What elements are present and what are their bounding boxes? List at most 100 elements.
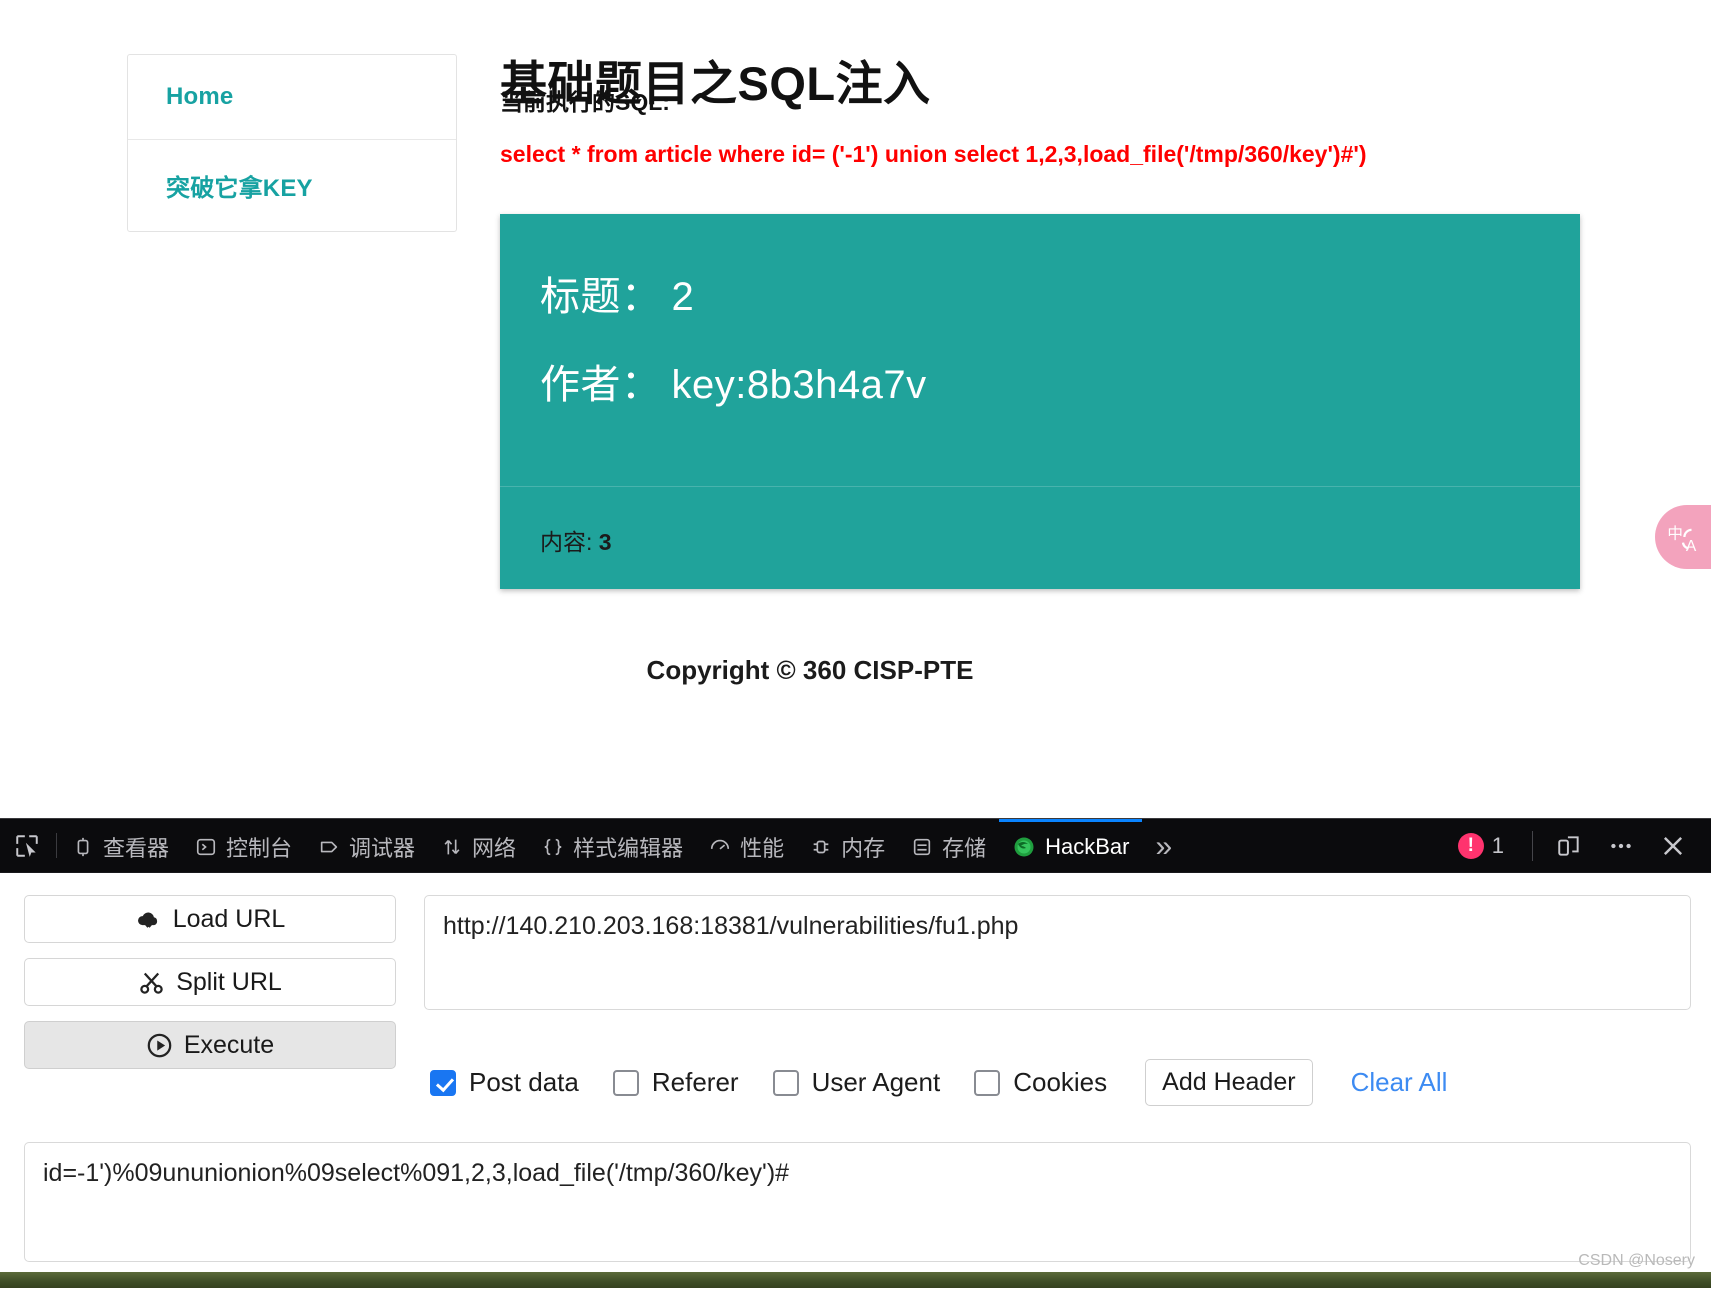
memory-icon [810,836,832,858]
result-content-value: 3 [598,529,612,555]
hackbar-action-buttons: Load URL Split URL Execute [24,895,396,1106]
tab-inspector[interactable]: 查看器 [59,819,182,872]
result-author-label: 作者： [540,363,662,407]
network-icon [441,836,463,858]
csdn-watermark: CSDN @Nosery [1578,1252,1695,1269]
inspector-icon [72,836,94,858]
load-url-label: Load URL [172,904,286,933]
checkbox-user-agent-box[interactable] [772,1069,799,1096]
performance-icon [709,836,731,858]
devtools-tab-list: 查看器 控制台 调试器 网络 样式编辑器 性能 内存 存储 HackBar » [59,819,1440,872]
add-header-button[interactable]: Add Header [1145,1059,1313,1106]
close-icon [1663,836,1683,855]
sql-label: 当前执行的SQL: [500,89,670,115]
style-editor-icon [542,836,564,858]
scissors-icon [140,972,163,994]
play-icon [147,1033,172,1057]
responsive-design-mode-icon [1558,835,1579,856]
result-title-label: 标题： [540,275,662,319]
browser-page-content: Home 突破它拿KEY 基础题目之SQL注入 当前执行的SQL: select… [0,0,1711,818]
result-author-row: 作者： key:8b3h4a7v [540,352,1540,410]
checkbox-user-agent-label: User Agent [811,1067,941,1097]
tab-debugger[interactable]: 调试器 [305,819,428,872]
tab-memory-label: 内存 [841,836,886,861]
split-url-label: Split URL [176,967,282,996]
toolbar-divider [56,833,57,858]
tab-debugger-label: 调试器 [349,836,416,861]
tab-inspector-label: 查看器 [103,836,170,861]
tab-performance-label: 性能 [740,836,785,861]
error-count-label: 1 [1491,832,1504,858]
tab-network-label: 网络 [472,836,517,861]
clear-all-button[interactable]: Clear All [1351,1067,1448,1098]
sidebar-nav: Home 突破它拿KEY [127,54,457,232]
tab-console-label: 控制台 [226,836,293,861]
tab-performance[interactable]: 性能 [696,819,797,872]
element-picker-icon [16,834,38,857]
translate-widget-button[interactable]: 中 A [1655,505,1711,569]
svg-text:A: A [1686,538,1697,554]
result-card: 标题： 2 作者： key:8b3h4a7v 内容: 3 [500,214,1580,589]
post-data-input[interactable] [24,1142,1691,1262]
devtools-toolbar-right: ! 1 [1440,819,1711,872]
firefox-icon [1012,835,1036,859]
desktop-wallpaper-strip [0,1272,1711,1288]
checkbox-cookies-label: Cookies [1013,1067,1108,1097]
sidebar-item-home[interactable]: Home [128,55,456,139]
checkbox-referer[interactable]: Referer [612,1067,739,1098]
result-author-value: key:8b3h4a7v [671,363,927,407]
translate-icon: 中 A [1667,524,1697,554]
more-options-icon [1611,843,1631,848]
result-content-row: 内容: 3 [500,487,1580,557]
hackbar-panel: Load URL Split URL Execute http://140.21… [0,873,1711,1289]
element-picker-button[interactable] [0,819,54,872]
checkbox-cookies[interactable]: Cookies [974,1067,1107,1098]
tab-storage-label: 存储 [942,836,987,861]
storage-icon [911,836,933,858]
error-icon: ! [1457,832,1484,859]
checkbox-cookies-box[interactable] [974,1069,1001,1096]
debugger-icon [318,836,340,858]
tab-console[interactable]: 控制台 [182,819,305,872]
tab-hackbar-label: HackBar [1045,834,1130,859]
tab-style-editor-label: 样式编辑器 [573,836,684,861]
sidebar-item-get-key[interactable]: 突破它拿KEY [128,139,456,231]
cloud-download-icon [137,912,157,928]
sql-statement: select * from article where id= ('-1') u… [500,141,1367,167]
result-title-row: 标题： 2 [540,264,1540,322]
result-title-value: 2 [671,275,695,319]
tab-style-editor[interactable]: 样式编辑器 [529,819,696,872]
error-count-button[interactable]: ! 1 [1440,832,1522,859]
checkbox-post-data[interactable]: Post data [430,1067,579,1098]
responsive-design-mode-button[interactable] [1543,820,1595,872]
url-input[interactable] [424,895,1691,1010]
tab-hackbar[interactable]: HackBar [999,819,1143,872]
toolbar-divider-right [1532,830,1533,861]
load-url-button[interactable]: Load URL [24,895,396,943]
hackbar-url-area: Post data Referer User Agent Cookies A [424,895,1691,1106]
copyright-text: Copyright © 360 CISP-PTE [646,655,974,685]
execute-button[interactable]: Execute [24,1021,396,1069]
checkbox-referer-box[interactable] [612,1069,639,1096]
result-content-label: 内容: [540,529,593,555]
console-icon [195,836,217,858]
devtools-panel: 查看器 控制台 调试器 网络 样式编辑器 性能 内存 存储 HackBar » … [0,818,1711,1289]
devtools-close-button[interactable] [1647,820,1699,872]
tab-storage[interactable]: 存储 [898,819,999,872]
checkbox-post-data-label: Post data [469,1067,579,1097]
tab-memory[interactable]: 内存 [797,819,898,872]
svg-text:中: 中 [1667,524,1683,542]
hackbar-options-row: Post data Referer User Agent Cookies Add… [424,1059,1691,1106]
execute-label: Execute [183,1030,275,1059]
chevron-double-right-icon: » [1155,830,1173,863]
checkbox-user-agent[interactable]: User Agent [772,1067,941,1098]
hackbar-top-row: Load URL Split URL Execute http://140.21… [24,895,1691,1106]
result-header: 标题： 2 作者： key:8b3h4a7v [500,214,1580,486]
tabs-overflow-button[interactable]: » [1142,819,1185,872]
split-url-button[interactable]: Split URL [24,958,396,1006]
devtools-toolbar: 查看器 控制台 调试器 网络 样式编辑器 性能 内存 存储 HackBar » … [0,819,1711,873]
tab-network[interactable]: 网络 [428,819,529,872]
devtools-settings-button[interactable] [1595,820,1647,872]
checkbox-referer-label: Referer [651,1067,739,1097]
checkbox-post-data-box[interactable] [430,1069,456,1096]
